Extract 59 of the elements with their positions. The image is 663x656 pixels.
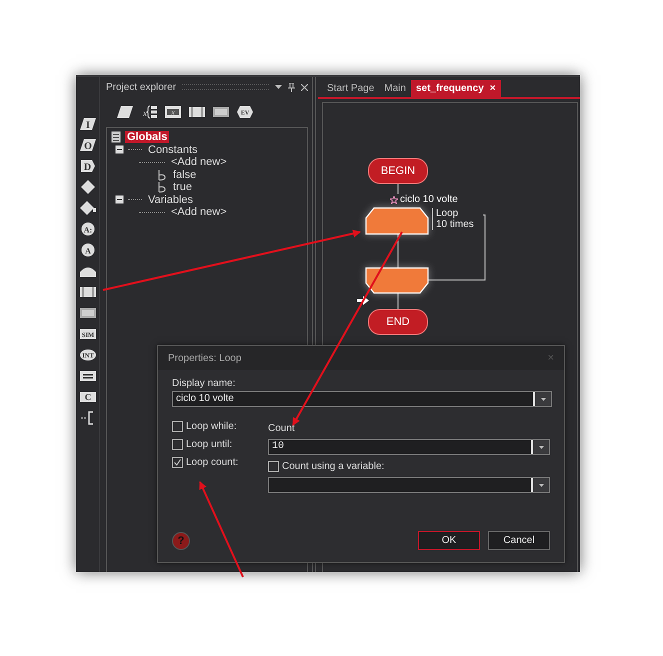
check-icon [174, 459, 181, 466]
circle-icon[interactable]: A [78, 243, 96, 257]
collapse-icon[interactable] [115, 195, 124, 204]
tree-item[interactable]: Globals [125, 131, 170, 144]
dropdown-icon[interactable] [538, 484, 544, 486]
dropdown-icon[interactable] [540, 398, 546, 400]
checkbox-label[interactable]: Loop until: [186, 439, 232, 450]
hatched-block-icon[interactable] [212, 105, 230, 119]
tree-item[interactable]: false [171, 168, 198, 181]
editor-tab[interactable]: Start Page [322, 80, 380, 97]
dropdown-icon[interactable] [275, 85, 282, 89]
bar-block-icon[interactable] [188, 105, 206, 119]
star-icon [390, 196, 398, 204]
pin-icon[interactable] [288, 82, 295, 92]
pointer-arrow-icon [357, 296, 369, 305]
terminal-node[interactable]: BEGIN [368, 158, 428, 184]
bar-block-icon[interactable] [78, 285, 96, 299]
boolean-icon [157, 181, 167, 194]
editor-tab[interactable]: Main [379, 80, 411, 97]
parallelogram-icon[interactable]: O [78, 138, 96, 152]
field-label: Display name: [172, 378, 236, 389]
checkbox[interactable] [172, 439, 183, 450]
terminal-node[interactable]: END [368, 309, 428, 335]
checkbox-label[interactable]: Loop count: [186, 457, 238, 468]
dropdown-icon[interactable] [538, 446, 544, 448]
block-note: Loop 10 times [432, 208, 474, 230]
editor-tab[interactable]: set_frequency × [410, 80, 501, 97]
equals-icon[interactable] [78, 369, 96, 383]
document-icon [111, 131, 121, 144]
hatched-block-icon[interactable] [78, 306, 96, 320]
checkbox[interactable] [268, 461, 279, 472]
checkbox[interactable] [172, 421, 183, 432]
parallelogram-icon[interactable]: I [78, 117, 96, 131]
tree-item[interactable]: Constants [146, 144, 200, 156]
panel-title: Project explorer [106, 82, 176, 92]
boolean-icon [157, 168, 167, 181]
diamond-icon[interactable] [78, 201, 96, 215]
circle-icon[interactable]: A: [78, 222, 96, 236]
tree-item[interactable]: Variables [146, 194, 196, 206]
dialog-button[interactable]: Cancel [488, 531, 550, 550]
collapse-icon[interactable] [115, 145, 124, 154]
dialog-title: Properties: Loop [168, 352, 242, 364]
display-name-field[interactable]: ciclo 10 volte [172, 391, 552, 407]
add-new-item[interactable]: <Add new> [169, 206, 229, 218]
block-icon[interactable]: C [78, 390, 96, 404]
field-label: Count [268, 423, 296, 434]
block-caption: ciclo 10 volte [400, 194, 458, 205]
count-field[interactable]: 10 [268, 439, 550, 455]
checkbox-label[interactable]: Loop while: [186, 421, 237, 432]
dialog-button[interactable]: OK [418, 531, 480, 550]
close-icon[interactable] [301, 84, 308, 90]
add-new-item[interactable]: <Add new> [169, 156, 229, 168]
parallelogram-icon[interactable] [116, 105, 134, 119]
diamond-icon[interactable] [78, 180, 96, 194]
tag-icon[interactable]: D [78, 159, 96, 173]
checkbox-label[interactable]: Count using a variable: [282, 461, 384, 472]
tree-item[interactable]: true [171, 181, 194, 194]
variable-field[interactable] [268, 477, 550, 493]
checkbox[interactable] [172, 457, 183, 468]
